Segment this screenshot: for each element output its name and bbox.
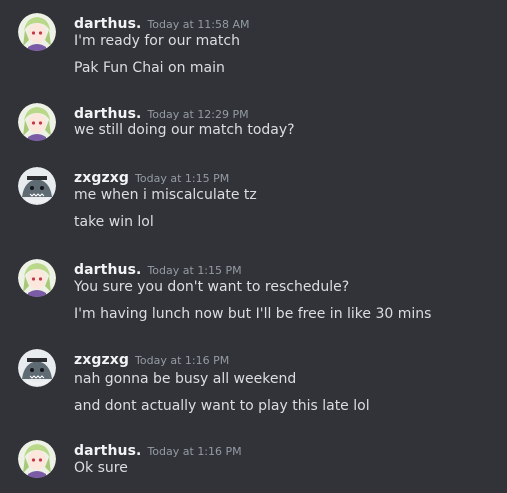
message-header: zxgzxg Today at 1:15 PM — [74, 167, 229, 187]
message-text: nah gonna be busy all weekend — [74, 371, 297, 387]
message-text: I'm ready for our match — [74, 33, 240, 49]
message-text: You sure you don't want to reschedule? — [74, 279, 350, 295]
message-text: take win lol — [74, 214, 154, 230]
shark-avatar-icon[interactable] — [18, 167, 56, 205]
timestamp: Today at 1:16 PM — [147, 445, 242, 458]
message-header: darthus. Today at 12:29 PM — [74, 103, 249, 123]
message-text: we still doing our match today? — [74, 122, 295, 138]
anime-avatar-icon[interactable] — [18, 440, 56, 478]
message-header: darthus. Today at 1:16 PM — [74, 440, 242, 460]
message-header: darthus. Today at 1:15 PM — [74, 259, 242, 279]
timestamp: Today at 1:16 PM — [135, 354, 230, 367]
message-header: zxgzxg Today at 1:16 PM — [74, 349, 229, 369]
anime-avatar-icon[interactable] — [18, 103, 56, 141]
username[interactable]: darthus. — [74, 443, 141, 459]
message-header: darthus. Today at 11:58 AM — [74, 13, 250, 33]
chat-message-list: darthus. Today at 11:58 AM I'm ready for … — [0, 0, 507, 493]
username[interactable]: zxgzxg — [74, 352, 129, 368]
timestamp: Today at 12:29 PM — [147, 108, 249, 121]
username[interactable]: darthus. — [74, 106, 141, 122]
username[interactable]: darthus. — [74, 16, 141, 32]
timestamp: Today at 11:58 AM — [147, 18, 250, 31]
anime-avatar-icon[interactable] — [18, 259, 56, 297]
username[interactable]: zxgzxg — [74, 170, 129, 186]
message-text: Pak Fun Chai on main — [74, 60, 225, 76]
message-text: and dont actually want to play this late… — [74, 398, 370, 414]
timestamp: Today at 1:15 PM — [135, 172, 230, 185]
timestamp: Today at 1:15 PM — [147, 264, 242, 277]
username[interactable]: darthus. — [74, 262, 141, 278]
message-text: Ok sure — [74, 460, 128, 476]
shark-avatar-icon[interactable] — [18, 349, 56, 387]
message-text: I'm having lunch now but I'll be free in… — [74, 306, 432, 322]
message-text: me when i miscalculate tz — [74, 187, 257, 203]
anime-avatar-icon[interactable] — [18, 13, 56, 51]
